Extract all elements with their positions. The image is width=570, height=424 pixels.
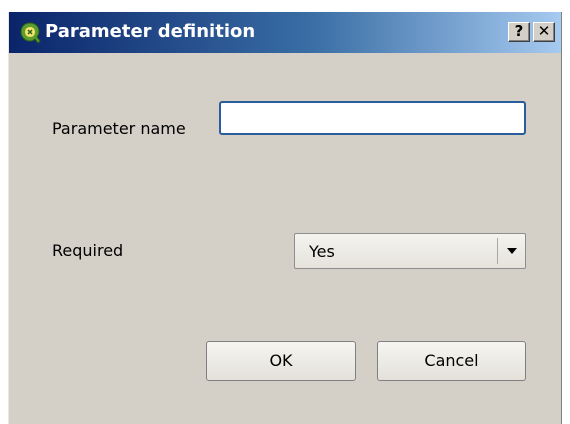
chevron-down-icon[interactable] [507,248,517,254]
required-select[interactable]: Yes [294,233,526,269]
required-selected-value: Yes [309,242,335,261]
combo-separator [497,238,498,264]
help-button[interactable]: ? [508,22,530,42]
parameter-name-label: Parameter name [52,119,186,138]
parameter-name-input[interactable] [219,101,526,135]
close-button[interactable]: ✕ [533,22,555,42]
qgis-icon [19,21,41,45]
window-title: Parameter definition [45,21,256,42]
required-label: Required [52,241,124,260]
cancel-button[interactable]: Cancel [377,341,526,381]
title-bar[interactable]: Parameter definition ? ✕ [9,12,561,53]
dialog-window: Parameter definition ? ✕ Parameter name … [8,12,562,424]
ok-button[interactable]: OK [206,341,356,381]
